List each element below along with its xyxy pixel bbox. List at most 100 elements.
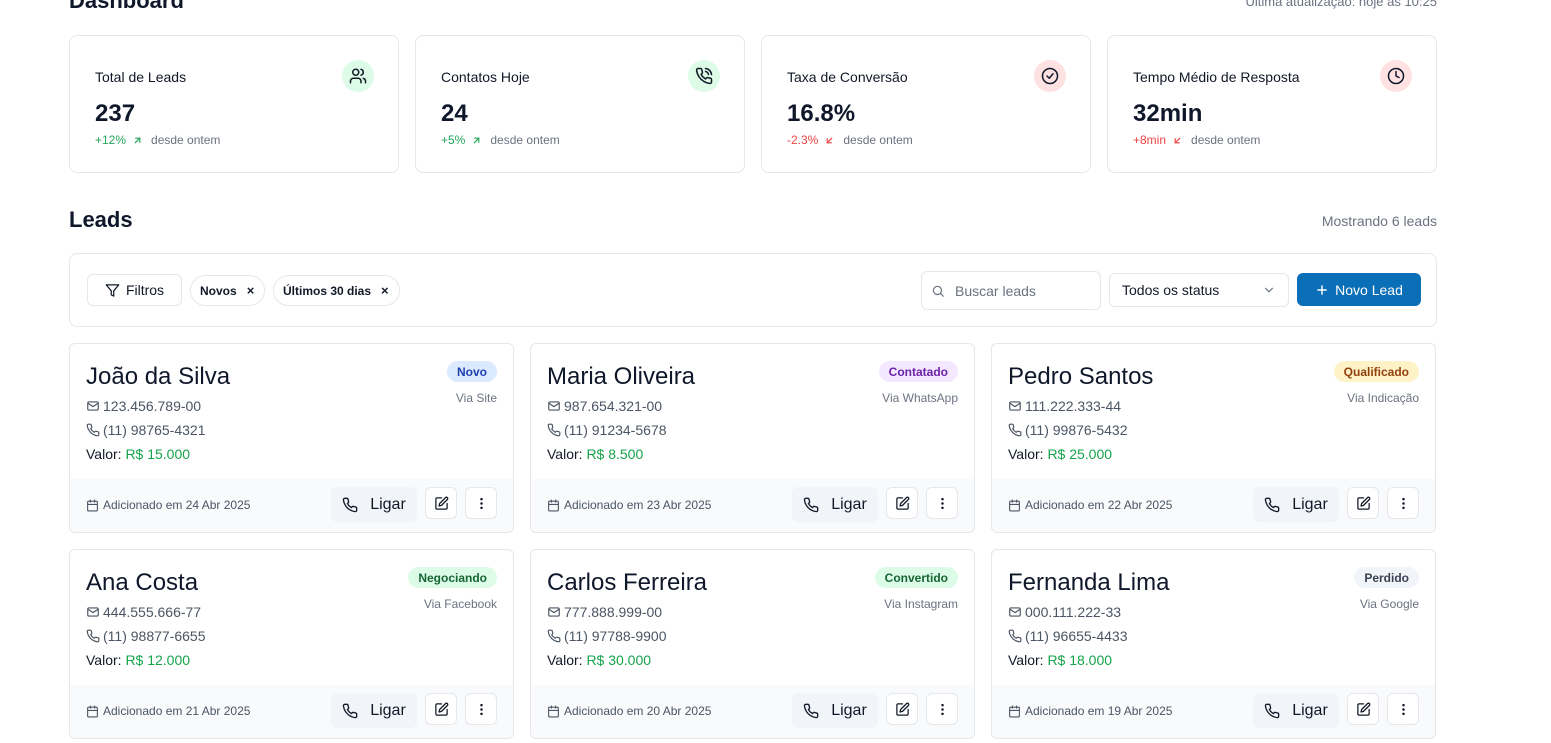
edit-button[interactable] [1347, 487, 1379, 519]
lead-document-value: 987.654.321-00 [564, 398, 663, 414]
call-label: Ligar [831, 701, 867, 719]
lead-value-amount: R$ 12.000 [125, 652, 191, 668]
chip-label: Últimos 30 dias [283, 283, 372, 298]
new-lead-button[interactable]: Novo Lead [1297, 273, 1421, 306]
lead-source: Via Site [455, 391, 497, 405]
edit-button[interactable] [886, 487, 918, 519]
lead-value: Valor: R$ 30.000 [547, 652, 651, 668]
lead-document-value: 777.888.999-00 [564, 604, 663, 620]
filter-icon [105, 283, 120, 298]
lead-source: Via Indicação [1347, 391, 1419, 405]
check-circle-icon [1034, 60, 1066, 92]
last-updated: Última atualização: hoje às 10:25 [1245, 0, 1437, 9]
lead-document: 987.654.321-00 [547, 398, 662, 414]
search-input[interactable] [955, 282, 1090, 299]
call-button[interactable]: Ligar [792, 487, 878, 522]
lead-value-label: Valor: [547, 652, 583, 668]
delta-since: desde ontem [1191, 133, 1261, 147]
lead-date: Adicionado em 20 Abr 2025 [547, 704, 711, 718]
phone-icon [803, 497, 819, 513]
filters-label: Filtros [125, 282, 165, 298]
phone-icon [1008, 423, 1022, 437]
calendar-icon [547, 499, 560, 512]
lead-source: Via WhatsApp [882, 391, 958, 405]
lead-date: Adicionado em 21 Abr 2025 [86, 704, 250, 718]
close-icon[interactable]: × [381, 283, 389, 298]
phone-icon [86, 423, 100, 437]
edit-icon [1356, 702, 1371, 717]
stat-delta: +8min desde ontem [1133, 133, 1260, 147]
phone-icon [342, 497, 358, 513]
lead-date: Adicionado em 22 Abr 2025 [1008, 498, 1172, 512]
phone-icon [803, 703, 819, 719]
arrow-down-left-icon [824, 135, 835, 146]
lead-date-value: Adicionado em 21 Abr 2025 [103, 704, 251, 718]
search-icon [931, 284, 945, 298]
filters-button[interactable]: Filtros [87, 274, 182, 306]
status-badge: Convertido [874, 567, 958, 588]
lead-name: Ana Costa [86, 569, 199, 596]
call-button[interactable]: Ligar [792, 693, 878, 728]
stat-title: Contatos Hoje [441, 69, 530, 85]
lead-footer: Adicionado em 19 Abr 2025 Ligar [992, 685, 1435, 738]
lead-phone-value: (11) 96655-4433 [1025, 628, 1128, 644]
mail-icon [1008, 399, 1022, 413]
lead-date-value: Adicionado em 19 Abr 2025 [1025, 704, 1173, 718]
mail-icon [547, 399, 561, 413]
stats-row: Total de Leads 237 +12% desde ontem Cont… [69, 35, 1437, 173]
phone-icon [1008, 629, 1022, 643]
chevron-down-icon [1262, 283, 1276, 297]
call-button[interactable]: Ligar [331, 693, 417, 728]
delta-value: +12% [95, 133, 127, 147]
lead-value: Valor: R$ 25.000 [1008, 446, 1112, 462]
lead-phone: (11) 96655-4433 [1008, 628, 1127, 644]
lead-value-label: Valor: [86, 446, 122, 462]
lead-document: 111.222.333-44 [1008, 398, 1121, 414]
lead-source: Via Google [1359, 597, 1419, 611]
lead-phone: (11) 97788-9900 [547, 628, 666, 644]
more-vertical-icon [935, 702, 950, 717]
mail-icon [86, 605, 100, 619]
more-vertical-icon [474, 702, 489, 717]
edit-button[interactable] [425, 487, 457, 519]
stat-value: 16.8% [787, 100, 856, 127]
lead-phone: (11) 99876-5432 [1008, 422, 1127, 438]
lead-value: Valor: R$ 15.000 [86, 446, 190, 462]
lead-phone-value: (11) 99876-5432 [1025, 422, 1128, 438]
more-vertical-icon [935, 496, 950, 511]
lead-phone: (11) 98877-6655 [86, 628, 205, 644]
edit-icon [895, 496, 910, 511]
call-label: Ligar [1292, 495, 1328, 513]
phone-call-icon [688, 60, 720, 92]
lead-document: 000.111.222-33 [1008, 604, 1121, 620]
new-lead-label: Novo Lead [1335, 281, 1403, 298]
status-select[interactable]: Todos os status [1109, 273, 1289, 307]
stat-title: Tempo Médio de Resposta [1133, 69, 1300, 85]
more-options-button[interactable] [1387, 693, 1419, 725]
filter-chip-last-30-days: Últimos 30 dias × [273, 275, 400, 306]
edit-button[interactable] [886, 693, 918, 725]
call-button[interactable]: Ligar [1253, 487, 1339, 522]
call-button[interactable]: Ligar [331, 487, 417, 522]
edit-button[interactable] [1347, 693, 1379, 725]
mail-icon [86, 399, 100, 413]
more-options-button[interactable] [926, 487, 958, 519]
lead-value: Valor: R$ 12.000 [86, 652, 190, 668]
edit-button[interactable] [425, 693, 457, 725]
lead-value-label: Valor: [547, 446, 583, 462]
stat-card-total-leads: Total de Leads 237 +12% desde ontem [69, 35, 399, 173]
more-options-button[interactable] [926, 693, 958, 725]
more-options-button[interactable] [465, 487, 497, 519]
more-options-button[interactable] [465, 693, 497, 725]
delta-value: -2.3% [787, 133, 819, 147]
more-vertical-icon [1396, 496, 1411, 511]
close-icon[interactable]: × [247, 283, 255, 298]
lead-value: Valor: R$ 18.000 [1008, 652, 1112, 668]
delta-value: +8min [1133, 133, 1167, 147]
call-button[interactable]: Ligar [1253, 693, 1339, 728]
lead-document: 777.888.999-00 [547, 604, 662, 620]
more-options-button[interactable] [1387, 487, 1419, 519]
status-badge: Negociando [408, 567, 497, 588]
lead-grid: João da Silva Novo Via Site 123.456.789-… [69, 343, 1437, 739]
lead-name: Pedro Santos [1008, 363, 1154, 390]
